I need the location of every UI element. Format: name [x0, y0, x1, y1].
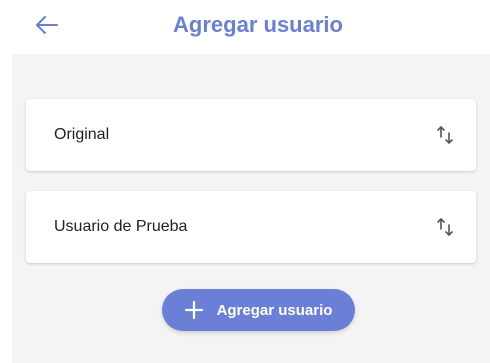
page-title: Agregar usuario: [173, 12, 343, 37]
user-list-container: Original Usuario de Prueba Agregar usuar…: [12, 54, 490, 363]
user-card-label: Usuario de Prueba: [54, 218, 188, 235]
user-card-usuario-de-prueba[interactable]: Usuario de Prueba: [26, 191, 476, 263]
swap-vertical-icon[interactable]: [436, 217, 454, 237]
app: Agregar usuario Original Usuario de Prue…: [0, 0, 490, 363]
user-card-label: Original: [54, 126, 110, 143]
plus-icon: [184, 301, 203, 319]
add-user-button[interactable]: Agregar usuario: [162, 289, 355, 331]
swap-vertical-icon[interactable]: [436, 125, 454, 145]
header: Agregar usuario: [0, 0, 490, 54]
user-card-original[interactable]: Original: [26, 99, 476, 171]
add-user-button-label: Agregar usuario: [216, 301, 333, 319]
